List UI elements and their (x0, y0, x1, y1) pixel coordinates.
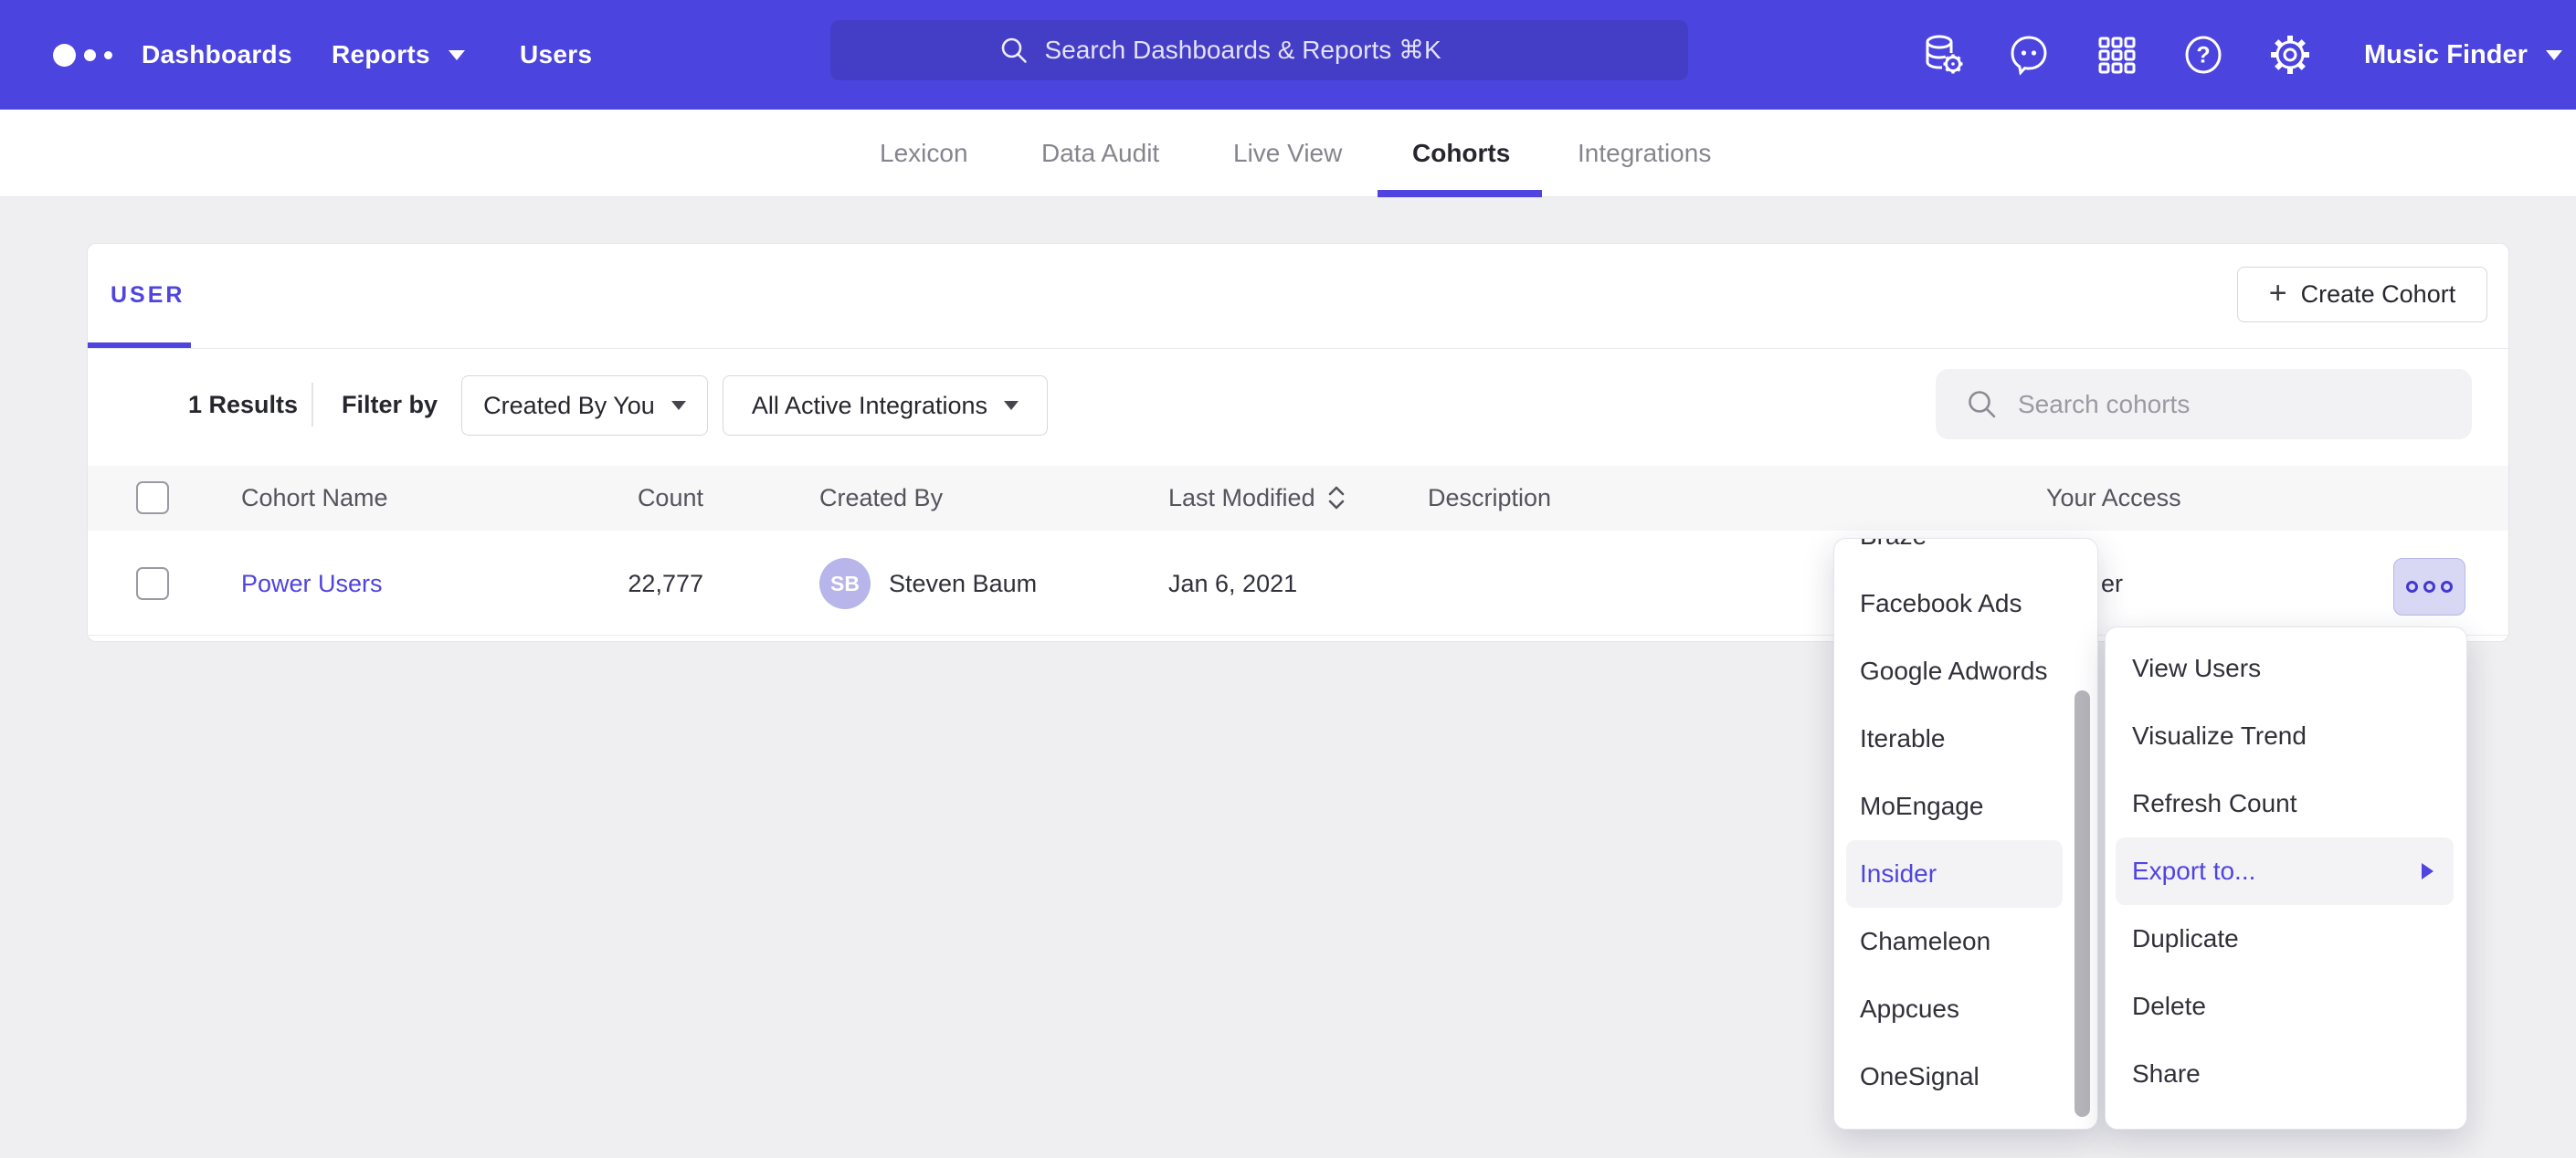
filter-by-label: Filter by (342, 390, 438, 419)
feedback-bubble-icon[interactable] (2005, 31, 2053, 79)
export-destination-list: Braze Facebook Ads Google Adwords Iterab… (1834, 538, 2097, 1111)
help-icon[interactable]: ? (2180, 31, 2227, 79)
tab-user-cohorts[interactable]: USER (111, 282, 185, 309)
submenu-arrow-icon (2422, 863, 2433, 879)
menu-item-insider[interactable]: Insider (1846, 840, 2063, 908)
row-checkbox[interactable] (136, 567, 169, 600)
menu-item-view-users[interactable]: View Users (2106, 635, 2466, 702)
row-more-actions-button[interactable] (2393, 558, 2465, 616)
menu-item-delete[interactable]: Delete (2106, 973, 2466, 1040)
sort-icon (1326, 484, 1346, 511)
tab-live-view[interactable]: Live View (1233, 110, 1342, 197)
project-switcher[interactable]: Music Finder (2364, 0, 2562, 110)
logo-dot-large (53, 44, 76, 67)
logo-dot-medium (84, 49, 96, 61)
nav-item-dashboards[interactable]: Dashboards (142, 40, 292, 69)
cohorts-card: USER + Create Cohort 1 Results Filter by… (87, 243, 2509, 642)
chevron-down-icon (2546, 50, 2562, 60)
svg-text:?: ? (2196, 43, 2210, 68)
menu-item-appcues[interactable]: Appcues (1834, 975, 2097, 1043)
column-header-count[interactable]: Count (544, 483, 703, 512)
column-header-created-by[interactable]: Created By (819, 483, 943, 512)
last-modified-date: Jan 6, 2021 (1168, 569, 1297, 598)
column-header-cohort-name[interactable]: Cohort Name (241, 483, 388, 512)
menu-item-visualize-trend[interactable]: Visualize Trend (2106, 702, 2466, 770)
select-all-checkbox[interactable] (136, 481, 169, 514)
active-tab-indicator (1378, 190, 1542, 197)
create-cohort-button[interactable]: + Create Cohort (2237, 267, 2487, 322)
menu-item-onesignal[interactable]: OneSignal (1834, 1043, 2097, 1111)
row-actions-context-menu: View Users Visualize Trend Refresh Count… (2105, 626, 2467, 1130)
menu-item-duplicate[interactable]: Duplicate (2106, 905, 2466, 973)
menu-item-braze[interactable]: Braze (1834, 538, 2097, 570)
secondary-nav: Lexicon Data Audit Live View Cohorts Int… (0, 110, 2576, 197)
global-search[interactable] (830, 20, 1688, 80)
dot-icon (2406, 581, 2418, 593)
scrollbar-thumb[interactable] (2075, 690, 2090, 1117)
logo[interactable] (53, 0, 112, 110)
your-access-value-partial: er (2101, 569, 2123, 598)
nav-item-reports[interactable]: Reports (332, 0, 465, 110)
nav-item-users[interactable]: Users (520, 40, 592, 69)
avatar: SB (819, 558, 871, 609)
menu-item-iterable[interactable]: Iterable (1834, 705, 2097, 773)
plus-icon: + (2269, 278, 2287, 309)
menu-item-chameleon[interactable]: Chameleon (1834, 908, 2097, 975)
global-search-input[interactable] (1045, 36, 1520, 65)
logo-dot-small (104, 51, 112, 59)
table-row: Power Users 22,777 SB Steven Baum Jan 6,… (88, 531, 2508, 636)
project-name: Music Finder (2364, 40, 2528, 70)
chevron-down-icon (671, 401, 686, 410)
integrations-filter-dropdown[interactable]: All Active Integrations (723, 375, 1048, 436)
menu-item-refresh-count[interactable]: Refresh Count (2106, 770, 2466, 837)
menu-item-moengage[interactable]: MoEngage (1834, 773, 2097, 840)
tab-cohorts[interactable]: Cohorts (1412, 110, 1510, 197)
cohort-count: 22,777 (521, 569, 703, 598)
menu-item-google-adwords[interactable]: Google Adwords (1834, 637, 2097, 705)
row-actions-list: View Users Visualize Trend Refresh Count… (2106, 627, 2466, 1108)
created-by-filter-dropdown[interactable]: Created By You (461, 375, 708, 436)
divider (311, 383, 313, 426)
data-management-icon[interactable] (1918, 31, 1966, 79)
cohort-search[interactable] (1936, 369, 2472, 439)
tab-data-audit[interactable]: Data Audit (1041, 110, 1159, 197)
search-icon (1967, 389, 1998, 420)
tab-lexicon[interactable]: Lexicon (880, 110, 968, 197)
top-navbar: Dashboards Reports Users (0, 0, 2576, 110)
chevron-down-icon (449, 50, 465, 60)
column-header-description[interactable]: Description (1428, 483, 1551, 512)
table-header-row: Cohort Name Count Created By Last Modifi… (88, 466, 2508, 531)
tab-integrations[interactable]: Integrations (1578, 110, 1711, 197)
cohort-name-link[interactable]: Power Users (241, 569, 383, 598)
dot-icon (2441, 581, 2453, 593)
menu-item-share[interactable]: Share (2106, 1040, 2466, 1108)
settings-gear-icon[interactable] (2266, 31, 2314, 79)
menu-item-facebook-ads[interactable]: Facebook Ads (1834, 570, 2097, 637)
app-window: Dashboards Reports Users (0, 0, 2576, 1158)
chevron-down-icon (1004, 401, 1019, 410)
column-header-your-access[interactable]: Your Access (2046, 483, 2181, 512)
cohort-search-input[interactable] (2018, 390, 2472, 419)
results-count: 1 Results (188, 390, 298, 419)
menu-item-export-to[interactable]: Export to... (2116, 837, 2454, 905)
export-destination-submenu: Braze Facebook Ads Google Adwords Iterab… (1833, 538, 2098, 1130)
divider (88, 348, 2508, 349)
apps-grid-icon[interactable] (2093, 31, 2140, 79)
dot-icon (2423, 581, 2435, 593)
created-by-name: Steven Baum (889, 569, 1037, 598)
search-icon (999, 36, 1029, 65)
column-header-last-modified[interactable]: Last Modified (1168, 483, 1346, 512)
